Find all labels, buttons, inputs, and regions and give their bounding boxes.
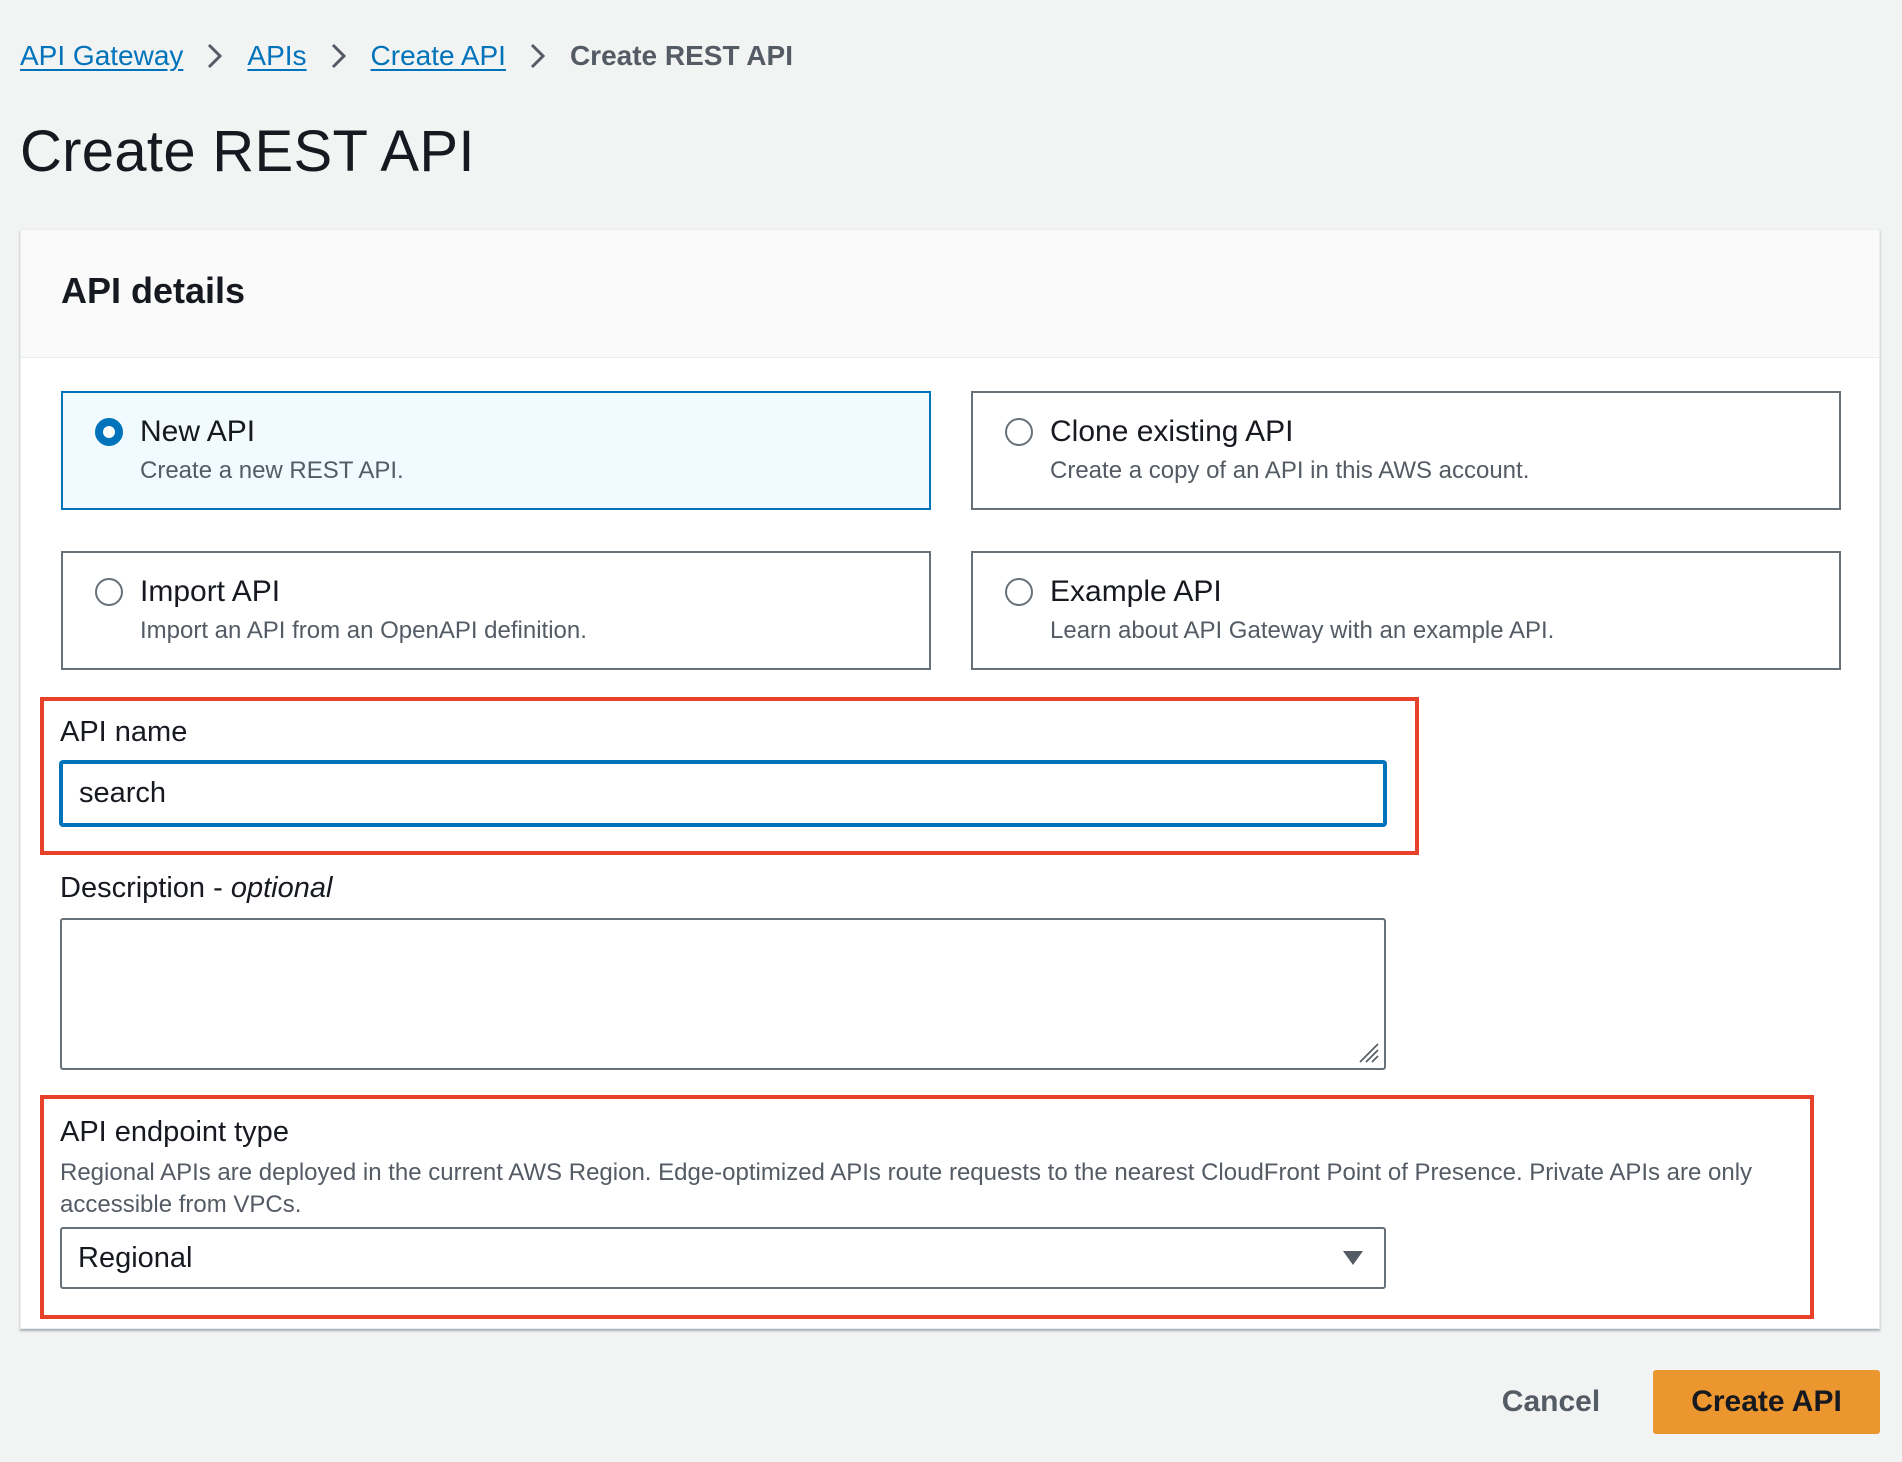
breadcrumb-current: Create REST API <box>569 40 793 71</box>
chevron-right-icon <box>183 42 247 70</box>
description-label-text: Description - <box>60 872 231 904</box>
tile-label: Import API <box>140 575 281 608</box>
cancel-button[interactable]: Cancel <box>1468 1370 1634 1434</box>
panel-title: API details <box>61 270 246 311</box>
endpoint-type-hint: Regional APIs are deployed in the curren… <box>60 1159 1753 1218</box>
breadcrumb-link-apis[interactable]: APIs <box>247 40 306 72</box>
endpoint-type-selected-value: Regional <box>78 1242 193 1274</box>
tile-description: Create a new REST API. <box>140 457 404 484</box>
chevron-right-icon <box>307 42 371 70</box>
tile-new-api[interactable]: New API Create a new REST API. <box>61 391 931 510</box>
panel-header: API details <box>21 230 1879 358</box>
radio-import-api[interactable] <box>95 578 123 606</box>
tile-label: New API <box>140 415 256 448</box>
tile-import-api[interactable]: Import API Import an API from an OpenAPI… <box>61 551 931 670</box>
page-title: Create REST API <box>20 119 475 184</box>
tile-example-api[interactable]: Example API Learn about API Gateway with… <box>971 551 1841 670</box>
tile-clone-existing-api[interactable]: Clone existing API Create a copy of an A… <box>971 391 1841 510</box>
caret-down-icon <box>1343 1251 1363 1265</box>
description-textarea[interactable] <box>60 918 1386 1070</box>
api-name-input[interactable]: search <box>60 761 1386 826</box>
description-optional-text: optional <box>230 872 333 904</box>
tile-description: Learn about API Gateway with an example … <box>1050 617 1555 644</box>
endpoint-type-select[interactable]: Regional <box>60 1227 1386 1289</box>
radio-new-api[interactable] <box>95 418 123 446</box>
chevron-right-icon <box>506 42 570 70</box>
tile-description: Import an API from an OpenAPI definition… <box>140 617 587 644</box>
tile-label: Example API <box>1050 575 1222 608</box>
tile-description: Create a copy of an API in this AWS acco… <box>1050 457 1530 484</box>
breadcrumb: API Gateway APIs Create API Create REST … <box>20 36 793 76</box>
endpoint-type-label: API endpoint type <box>60 1116 289 1148</box>
tile-label: Clone existing API <box>1050 415 1294 448</box>
create-api-button[interactable]: Create API <box>1653 1370 1880 1434</box>
api-name-label: API name <box>60 716 188 748</box>
radio-example-api[interactable] <box>1005 578 1033 606</box>
radio-clone-existing-api[interactable] <box>1005 418 1033 446</box>
breadcrumb-link-create-api[interactable]: Create API <box>371 40 506 72</box>
resize-handle-icon[interactable] <box>1356 1040 1380 1064</box>
description-label: Description - optional <box>60 872 332 905</box>
breadcrumb-link-api-gateway[interactable]: API Gateway <box>20 40 183 72</box>
